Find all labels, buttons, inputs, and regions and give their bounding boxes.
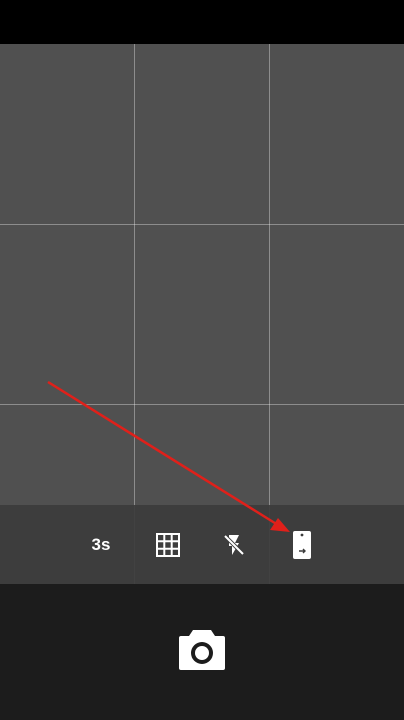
quick-settings-bar: 3s <box>0 505 404 584</box>
grid-toggle-button[interactable] <box>150 527 186 563</box>
grid-line-vertical-2 <box>269 44 270 584</box>
phone-orientation-icon <box>293 531 311 559</box>
timer-label: 3s <box>91 535 111 554</box>
camera-shutter-icon <box>179 630 225 670</box>
timer-button[interactable]: 3s <box>83 527 119 563</box>
camera-screen: 3s <box>0 0 404 720</box>
grid-line-vertical-1 <box>134 44 135 584</box>
status-bar <box>0 0 404 44</box>
grid-line-horizontal-1 <box>0 224 404 225</box>
flash-toggle-button[interactable] <box>216 527 252 563</box>
shutter-button[interactable] <box>177 628 227 672</box>
flash-off-icon <box>223 534 245 556</box>
grid-line-horizontal-2 <box>0 404 404 405</box>
orientation-toggle-button[interactable] <box>284 527 320 563</box>
grid-icon <box>156 533 180 557</box>
shutter-bar <box>0 584 404 720</box>
camera-viewfinder[interactable] <box>0 44 404 584</box>
